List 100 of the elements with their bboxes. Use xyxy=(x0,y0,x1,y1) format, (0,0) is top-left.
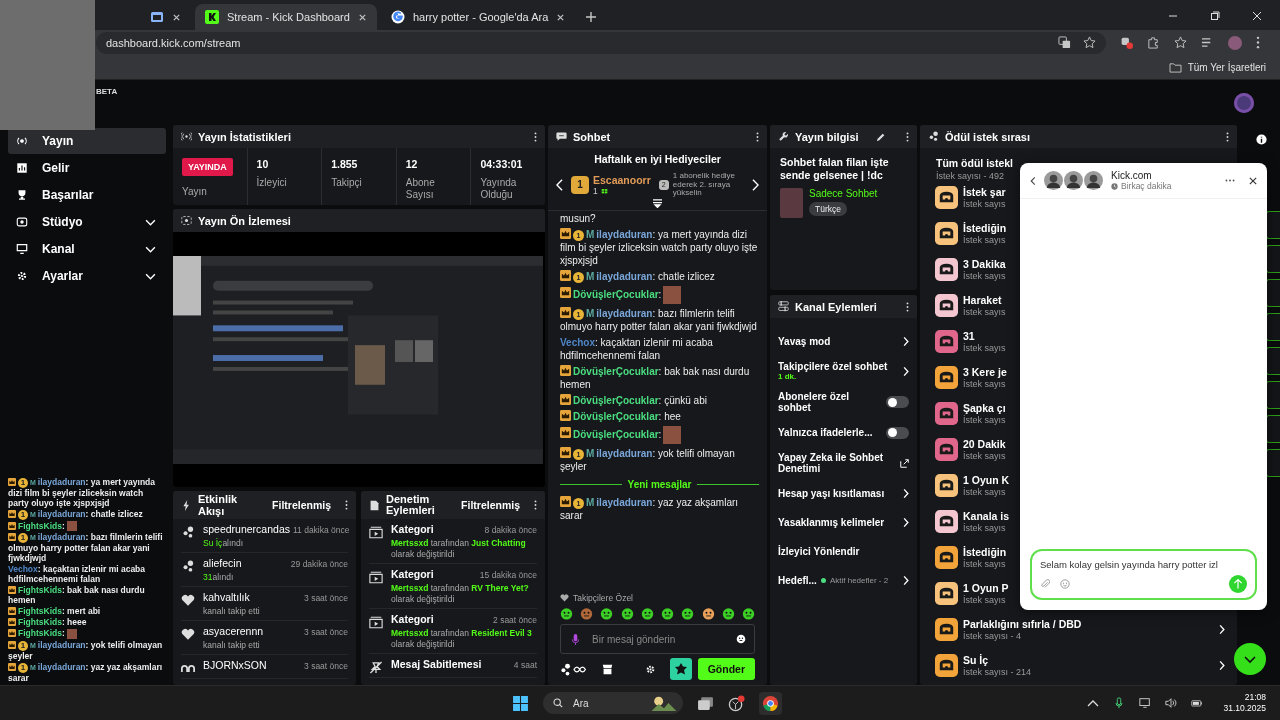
user-avatar[interactable] xyxy=(1234,92,1254,113)
star-list-icon[interactable] xyxy=(1174,36,1187,49)
sidebar-item[interactable]: Stüdyo xyxy=(8,209,166,235)
filter-button[interactable]: Filtrelenmiş xyxy=(457,497,524,513)
back-icon[interactable] xyxy=(1030,175,1036,186)
more-icon[interactable] xyxy=(1226,131,1229,142)
username-link[interactable]: FightsKids xyxy=(18,520,62,531)
username-link[interactable]: DövüşlerÇocuklar xyxy=(573,410,659,422)
channel-action[interactable]: Takipçilere özel sohbet xyxy=(778,361,888,372)
username-link[interactable]: ilaydaduran xyxy=(37,662,86,672)
sidebar-item[interactable]: Başarılar xyxy=(8,182,166,208)
settings-icon[interactable] xyxy=(644,663,656,675)
more-icon[interactable] xyxy=(534,131,537,142)
chevron-right-icon[interactable] xyxy=(903,575,909,586)
username-link[interactable]: FightsKids xyxy=(18,617,62,628)
username-link[interactable]: ilaydaduran xyxy=(37,476,86,487)
microphone-icon[interactable] xyxy=(571,632,580,646)
bookmarks-folder[interactable]: Tüm Yer İşaretleri xyxy=(1164,59,1270,75)
message-input[interactable]: Bir mesaj gönderin xyxy=(590,632,726,646)
filter-button[interactable]: Filtrelenmiş xyxy=(268,497,335,513)
username-link[interactable]: ilaydaduran xyxy=(37,640,86,650)
channel-action[interactable]: Yasaklanmış kelimeler xyxy=(778,517,885,528)
collapse-icon[interactable] xyxy=(652,198,663,208)
volume-icon[interactable] xyxy=(1165,697,1178,709)
channel-action[interactable]: Yalnızca ifadelerle... xyxy=(778,427,873,438)
info-icon[interactable] xyxy=(1256,134,1267,145)
channel-action[interactable]: Yavaş mod xyxy=(778,336,831,347)
emote-icon[interactable] xyxy=(640,607,654,620)
close-icon[interactable] xyxy=(1249,176,1257,185)
channel-action[interactable]: İzleyici Yönlendir xyxy=(778,546,860,557)
category-link[interactable]: Sadece Sohbet xyxy=(809,188,878,199)
username-link[interactable]: DövüşlerÇocuklar xyxy=(573,288,659,300)
username-link[interactable]: FightsKids xyxy=(18,628,62,639)
address-bar[interactable]: dashboard.kick.com/stream xyxy=(96,31,1106,54)
username-link[interactable]: FightsKids xyxy=(18,606,62,617)
emote-icon[interactable] xyxy=(580,607,594,620)
extension-badge-icon[interactable] xyxy=(1120,36,1133,49)
microphone-icon[interactable] xyxy=(1113,697,1126,709)
taskbar-search[interactable]: Ara xyxy=(543,692,683,714)
username-link[interactable]: DövüşlerÇocuklar xyxy=(573,428,659,440)
send-button[interactable]: Gönder xyxy=(697,658,755,680)
browser-tab[interactable]: Stream - Kick Dashboard xyxy=(195,4,377,30)
sidebar-item[interactable]: Kanal xyxy=(8,236,166,262)
edit-icon[interactable] xyxy=(876,131,886,142)
username-link[interactable]: DövüşlerÇocuklar xyxy=(573,365,659,377)
channel-action[interactable]: Hesap yaşı kısıtlaması xyxy=(778,488,885,499)
points-infinity-icon[interactable] xyxy=(560,662,588,676)
more-icon[interactable] xyxy=(534,500,537,510)
message-input[interactable]: Selam kolay gelsin yayında harry potter izl xyxy=(1040,559,1247,570)
chevron-right-icon[interactable] xyxy=(752,178,759,191)
restore-icon[interactable] xyxy=(1210,11,1220,21)
emote-icon[interactable] xyxy=(661,607,675,620)
close-icon[interactable] xyxy=(357,12,367,22)
browser-tab[interactable]: harry potter - Google'da Ara xyxy=(380,4,576,30)
scroll-down-button[interactable] xyxy=(1234,643,1266,675)
username-link[interactable]: Vechox xyxy=(8,564,38,575)
more-icon[interactable] xyxy=(345,500,348,510)
toggle-switch[interactable] xyxy=(886,396,909,408)
emote-icon[interactable] xyxy=(620,607,634,620)
chevron-left-icon[interactable] xyxy=(556,178,563,191)
emote-icon[interactable] xyxy=(681,607,695,620)
message-field[interactable]: Bir mesaj gönderin xyxy=(560,624,755,654)
emote-icon[interactable] xyxy=(701,607,715,620)
star-icon[interactable] xyxy=(1083,36,1096,49)
sidebar-item[interactable]: Yayın xyxy=(8,128,166,154)
username-link[interactable]: FightsKids xyxy=(18,585,62,596)
more-icon[interactable] xyxy=(756,131,759,142)
chevron-right-icon[interactable] xyxy=(1219,659,1225,671)
more-icon[interactable] xyxy=(906,301,909,312)
store-icon[interactable] xyxy=(602,663,613,675)
channel-action[interactable]: Yapay Zeka ile Sohbet Denetimi xyxy=(778,452,896,474)
chevron-right-icon[interactable] xyxy=(903,517,909,528)
paperclip-icon[interactable] xyxy=(1040,579,1050,589)
monitor-icon[interactable] xyxy=(1139,697,1152,709)
external-link-icon[interactable] xyxy=(900,458,909,468)
app-notification-icon[interactable] xyxy=(728,694,745,712)
chevron-right-icon[interactable] xyxy=(1219,623,1225,635)
more-icon[interactable] xyxy=(1256,36,1260,49)
battery-icon[interactable] xyxy=(1191,697,1204,709)
chevron-right-icon[interactable] xyxy=(903,336,909,347)
more-icon[interactable] xyxy=(1225,179,1235,182)
emote-icon[interactable] xyxy=(560,607,573,620)
username-link[interactable]: ilaydaduran xyxy=(37,532,86,543)
sidebar-item[interactable]: Ayarlar xyxy=(8,263,166,289)
channel-action[interactable]: Hedefl... xyxy=(778,575,817,586)
username-link[interactable]: ilaydaduran xyxy=(37,508,86,519)
sidebar-item[interactable]: Gelir xyxy=(8,155,166,181)
emote-icon[interactable] xyxy=(741,607,755,620)
translate-icon[interactable] xyxy=(1058,36,1071,49)
username-link[interactable]: DövüşlerÇocuklar xyxy=(573,394,659,406)
message-field[interactable]: Selam kolay gelsin yayında harry potter izl xyxy=(1030,549,1257,600)
emote-icon[interactable] xyxy=(721,607,735,620)
search-input[interactable]: Ara xyxy=(571,696,643,710)
windows-start-icon[interactable] xyxy=(512,694,529,712)
task-view-icon[interactable] xyxy=(697,694,714,712)
chevron-right-icon[interactable] xyxy=(903,488,909,499)
channel-action[interactable]: Abonelere özel sohbet xyxy=(778,391,882,413)
kick-button[interactable] xyxy=(669,658,692,680)
chevron-right-icon[interactable] xyxy=(903,365,909,377)
more-icon[interactable] xyxy=(906,131,909,142)
